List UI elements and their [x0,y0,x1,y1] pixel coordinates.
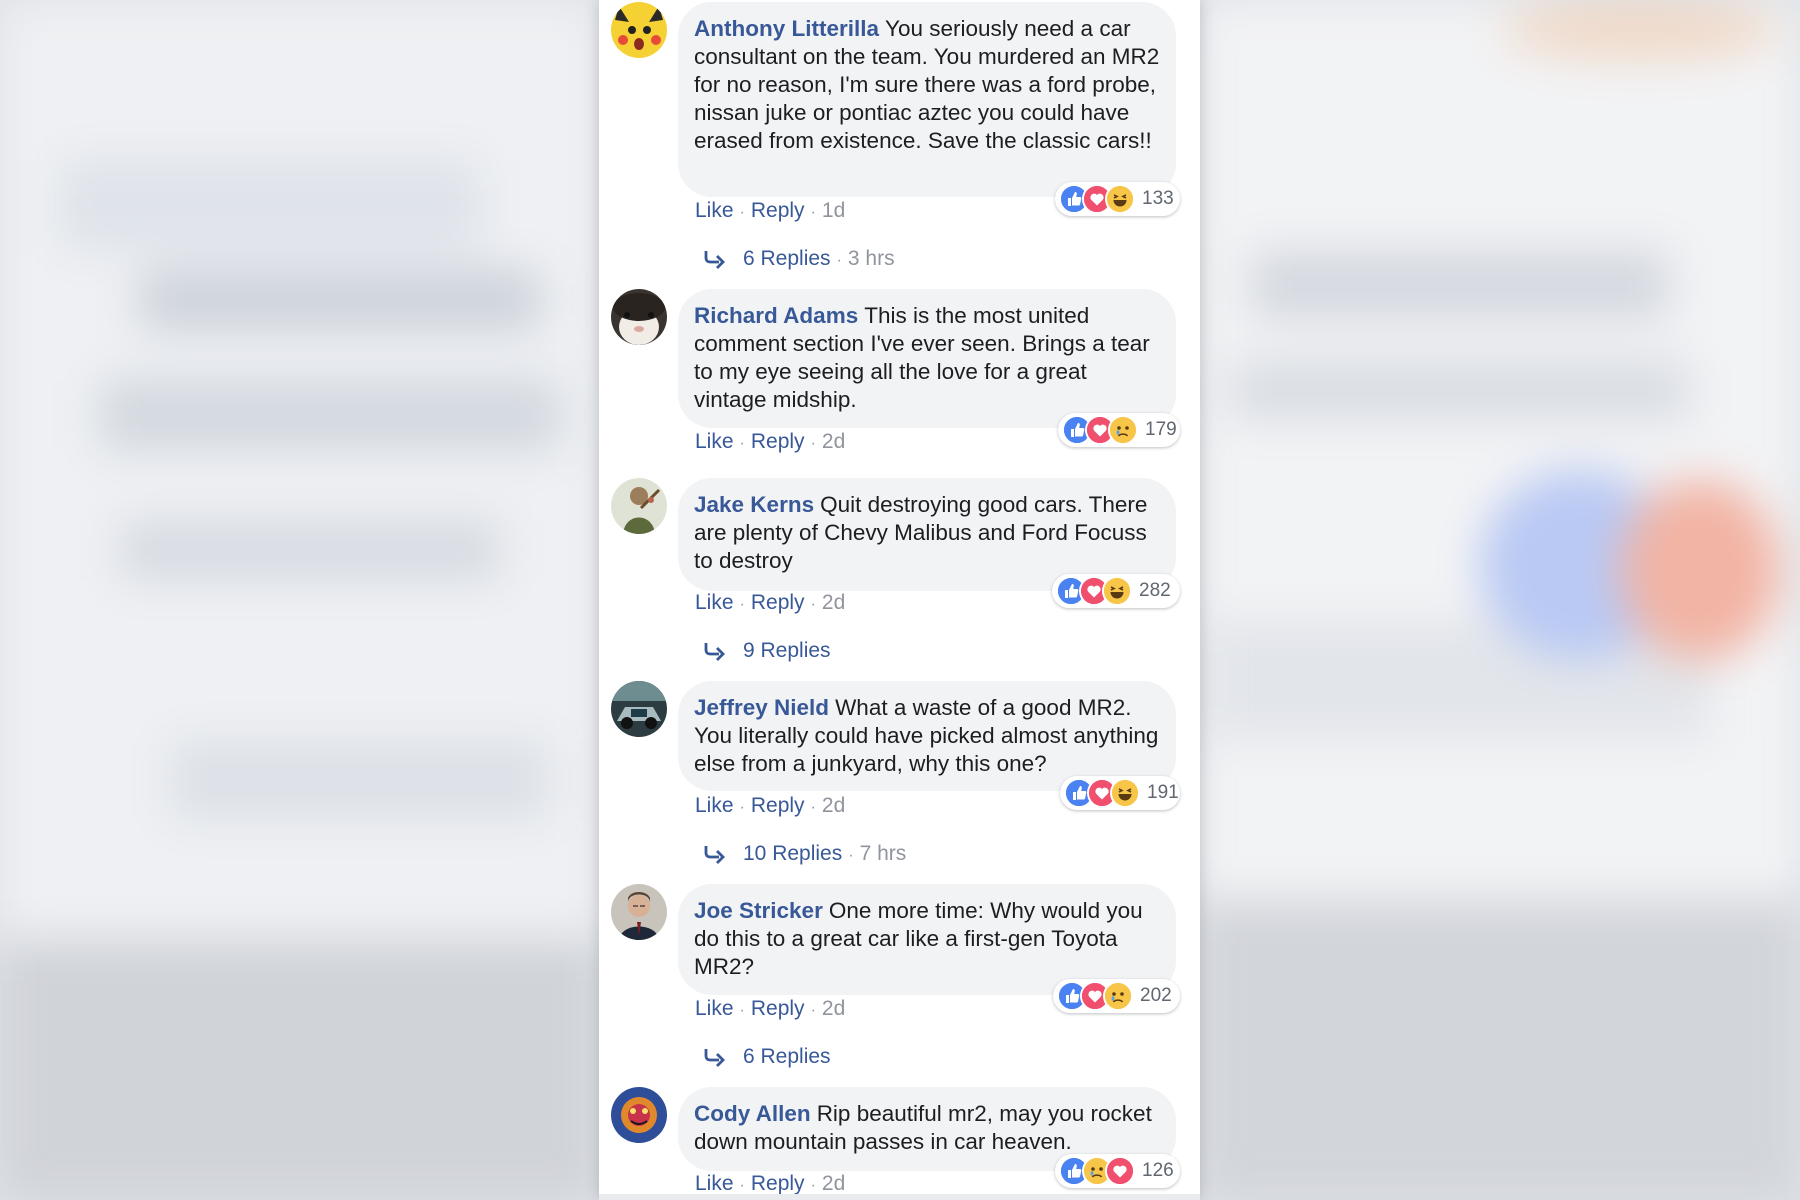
sad-icon [1108,415,1138,445]
man-portrait-avatar[interactable] [611,884,667,940]
comment-time[interactable]: 2d [822,997,845,1020]
reaction-count: 191 [1147,782,1179,803]
reactions-summary[interactable]: 133 [1055,182,1180,216]
separator-dot: · [810,204,816,221]
car-photo-avatar[interactable] [611,681,667,737]
reactions-summary[interactable]: 191 [1060,776,1180,810]
comment-time[interactable]: 2d [822,430,845,453]
separator-dot: · [739,204,745,221]
comment-time[interactable]: 1d [822,199,845,222]
reply-link[interactable]: Reply [751,1172,805,1195]
guinea-pig-avatar[interactable] [611,289,667,345]
sad-icon [1103,981,1133,1011]
reply-link[interactable]: Reply [751,591,805,614]
like-link[interactable]: Like [695,430,734,453]
comments-column[interactable]: Anthony Litterilla You seriously need a c… [599,0,1200,1200]
comment-author[interactable]: Joe Stricker [694,898,823,923]
reply-link[interactable]: Reply [751,199,805,222]
view-replies-link[interactable]: 10 Replies · 7 hrs [703,842,906,866]
separator-dot: · [739,1177,745,1194]
reactions-summary[interactable]: 126 [1055,1154,1180,1188]
view-replies-link[interactable]: 9 Replies [703,639,831,663]
replies-time: 7 hrs [859,842,907,865]
comment-actions: Like · Reply · 2d [695,997,845,1021]
haha-icon [1105,184,1135,214]
reactions-summary[interactable]: 202 [1053,979,1180,1013]
person-avatar[interactable] [611,478,667,534]
separator-dot: · [810,1002,816,1019]
pikachu-avatar[interactable] [611,2,667,58]
comment-author[interactable]: Anthony Litterilla [694,16,879,41]
reply-arrow-icon [703,844,731,865]
reply-link[interactable]: Reply [751,430,805,453]
reaction-count: 202 [1140,985,1172,1006]
like-link[interactable]: Like [695,1172,734,1195]
separator-dot: · [739,799,745,816]
reply-arrow-icon [703,1047,731,1068]
separator-dot: · [739,596,745,613]
comment-author[interactable]: Jake Kerns [694,492,814,517]
like-link[interactable]: Like [695,591,734,614]
separator-dot: · [739,435,745,452]
separator-dot: · [739,1002,745,1019]
haha-icon [1102,576,1132,606]
like-link[interactable]: Like [695,199,734,222]
view-replies-link[interactable]: 6 Replies · 3 hrs [703,247,895,271]
replies-count[interactable]: 6 Replies [743,247,831,270]
separator-dot: · [810,596,816,613]
comment-time[interactable]: 2d [822,794,845,817]
comment-author[interactable]: Cody Allen [694,1101,811,1126]
replies-count[interactable]: 6 Replies [743,1045,831,1068]
separator-dot: · [810,799,816,816]
separator-dot: · [836,252,842,269]
replies-count[interactable]: 10 Replies [743,842,842,865]
comment-bubble: Richard Adams This is the most united com… [678,289,1176,428]
like-link[interactable]: Like [695,794,734,817]
view-replies-link[interactable]: 6 Replies [703,1045,831,1069]
comment-time[interactable]: 2d [822,591,845,614]
separator-dot: · [810,1177,816,1194]
reply-arrow-icon [703,249,731,270]
love-icon [1105,1156,1135,1186]
comment-author[interactable]: Richard Adams [694,303,858,328]
reactions-summary[interactable]: 179 [1058,413,1180,447]
comment-bubble: Anthony Litterilla You seriously need a c… [678,2,1176,197]
replies-count[interactable]: 9 Replies [743,639,831,662]
comment-actions: Like · Reply · 2d [695,591,845,615]
comment-actions: Like · Reply · 2d [695,430,845,454]
haha-icon [1110,778,1140,808]
comment-actions: Like · Reply · 1d [695,199,845,223]
separator-dot: · [848,847,854,864]
reaction-count: 133 [1142,188,1174,209]
reactions-summary[interactable]: 282 [1052,574,1180,608]
reply-link[interactable]: Reply [751,794,805,817]
reply-arrow-icon [703,641,731,662]
colorful-art-avatar[interactable] [611,1087,667,1143]
reaction-count: 126 [1142,1160,1174,1181]
replies-time: 3 hrs [847,247,895,270]
separator-dot: · [810,435,816,452]
comment-actions: Like · Reply · 2d [695,1172,845,1196]
reaction-count: 282 [1139,580,1171,601]
reaction-count: 179 [1145,419,1177,440]
reply-link[interactable]: Reply [751,997,805,1020]
comment-time[interactable]: 2d [822,1172,845,1195]
comment-actions: Like · Reply · 2d [695,794,845,818]
comment-bubble: Jeffrey Nield What a waste of a good MR2.… [678,681,1176,791]
scroll-edge [599,1194,1200,1200]
like-link[interactable]: Like [695,997,734,1020]
comment-author[interactable]: Jeffrey Nield [694,695,829,720]
